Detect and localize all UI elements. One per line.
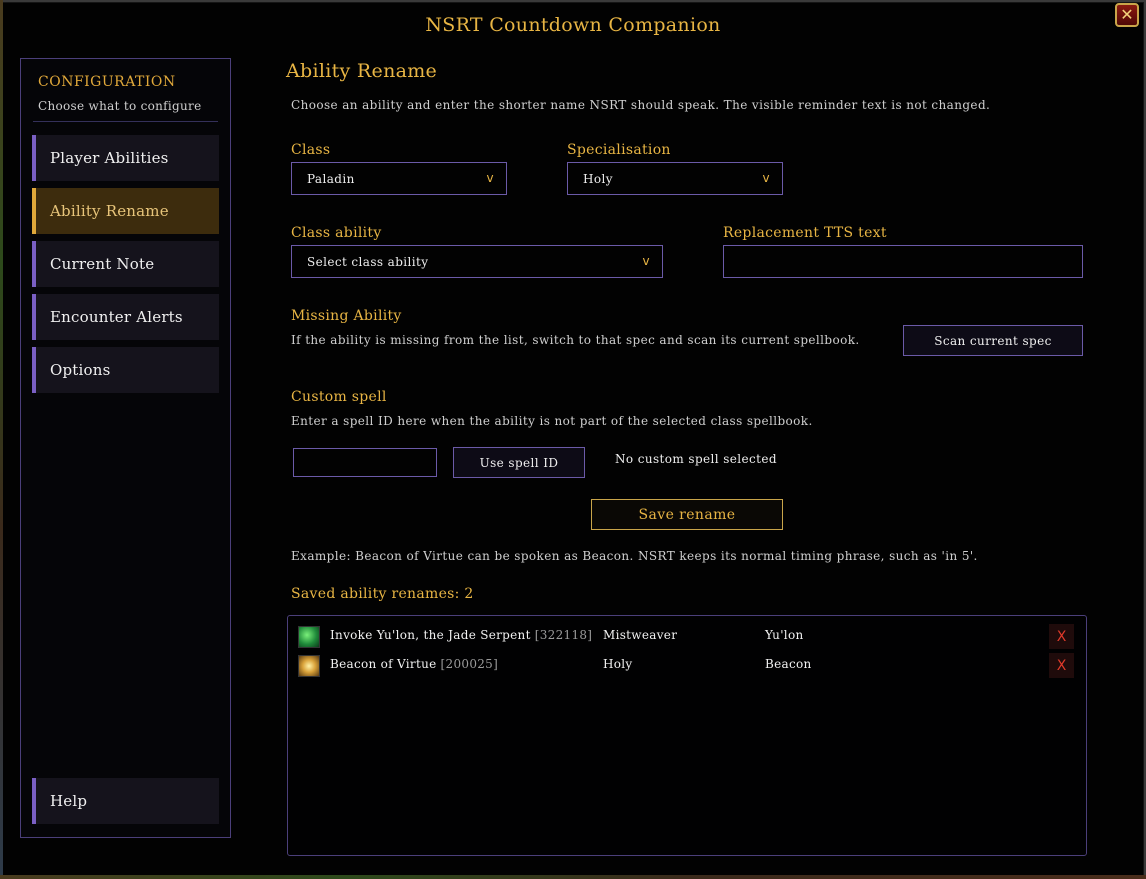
sidebar-item-label: Encounter Alerts — [50, 308, 183, 326]
tts-input[interactable] — [723, 245, 1083, 278]
replacement-text: Yu'lon — [765, 628, 804, 642]
sidebar-item-label: Player Abilities — [50, 149, 169, 167]
jade-serpent-icon — [298, 626, 320, 648]
sidebar: CONFIGURATION Choose what to configure P… — [20, 58, 231, 838]
list-item: Invoke Yu'lon, the Jade Serpent [322118] … — [288, 624, 1086, 650]
class-dropdown-value: Paladin — [307, 171, 355, 186]
spell-id-input[interactable] — [293, 448, 437, 477]
sidebar-item-player-abilities[interactable]: Player Abilities — [32, 135, 219, 181]
window-edge-left — [0, 0, 3, 879]
delete-button[interactable]: X — [1049, 653, 1074, 678]
sidebar-item-label: Current Note — [50, 255, 155, 273]
custom-spell-title: Custom spell — [291, 389, 387, 405]
spell-id: [322118] — [534, 628, 593, 642]
delete-button[interactable]: X — [1049, 624, 1074, 649]
class-dropdown[interactable]: Paladin v — [291, 162, 507, 195]
spell-id: [200025] — [440, 657, 499, 671]
ability-name: Beacon of Virtue — [330, 657, 437, 671]
beacon-of-virtue-icon — [298, 655, 320, 677]
close-button[interactable]: ✕ — [1115, 3, 1139, 27]
window-title: NSRT Countdown Companion — [425, 14, 721, 36]
spec-name: Mistweaver — [603, 628, 678, 642]
chevron-down-icon: v — [762, 171, 770, 185]
missing-ability-title: Missing Ability — [291, 308, 402, 324]
spec-dropdown-value: Holy — [583, 171, 613, 186]
tts-label: Replacement TTS text — [723, 225, 887, 241]
chevron-down-icon: v — [642, 254, 650, 268]
scan-spec-button[interactable]: Scan current spec — [903, 325, 1083, 356]
save-rename-button[interactable]: Save rename — [591, 499, 783, 530]
use-spell-id-button[interactable]: Use spell ID — [453, 447, 585, 478]
example-text: Example: Beacon of Virtue can be spoken … — [291, 549, 978, 563]
ability-name-cell: Invoke Yu'lon, the Jade Serpent [322118] — [330, 628, 592, 642]
spec-name: Holy — [603, 657, 633, 671]
sidebar-item-label: Ability Rename — [50, 202, 169, 220]
list-item: Beacon of Virtue [200025] Holy Beacon X — [288, 653, 1086, 679]
sidebar-subheading: Choose what to configure — [38, 99, 202, 113]
class-label: Class — [291, 142, 331, 158]
sidebar-item-help[interactable]: Help — [32, 778, 219, 824]
close-icon: ✕ — [1120, 5, 1134, 24]
spec-dropdown[interactable]: Holy v — [567, 162, 783, 195]
window-edge-bottom — [0, 875, 1146, 879]
chevron-down-icon: v — [486, 171, 494, 185]
sidebar-heading: CONFIGURATION — [38, 74, 176, 90]
sidebar-item-encounter-alerts[interactable]: Encounter Alerts — [32, 294, 219, 340]
class-ability-dropdown[interactable]: Select class ability v — [291, 245, 663, 278]
page-title: Ability Rename — [286, 60, 438, 82]
sidebar-item-current-note[interactable]: Current Note — [32, 241, 219, 287]
sidebar-divider — [33, 121, 218, 122]
sidebar-item-options[interactable]: Options — [32, 347, 219, 393]
replacement-text: Beacon — [765, 657, 812, 671]
page-description: Choose an ability and enter the shorter … — [291, 98, 991, 112]
ability-name-cell: Beacon of Virtue [200025] — [330, 657, 498, 671]
saved-renames-heading: Saved ability renames: 2 — [291, 586, 474, 602]
sidebar-item-label: Help — [50, 792, 88, 810]
spec-label: Specialisation — [567, 142, 671, 158]
sidebar-item-label: Options — [50, 361, 111, 379]
ability-name: Invoke Yu'lon, the Jade Serpent — [330, 628, 531, 642]
class-ability-dropdown-value: Select class ability — [307, 254, 429, 269]
custom-spell-status: No custom spell selected — [615, 452, 777, 466]
custom-spell-description: Enter a spell ID here when the ability i… — [291, 414, 813, 428]
sidebar-item-ability-rename[interactable]: Ability Rename — [32, 188, 219, 234]
missing-ability-description: If the ability is missing from the list,… — [291, 333, 860, 347]
saved-renames-list: Invoke Yu'lon, the Jade Serpent [322118] … — [287, 615, 1087, 856]
class-ability-label: Class ability — [291, 225, 382, 241]
